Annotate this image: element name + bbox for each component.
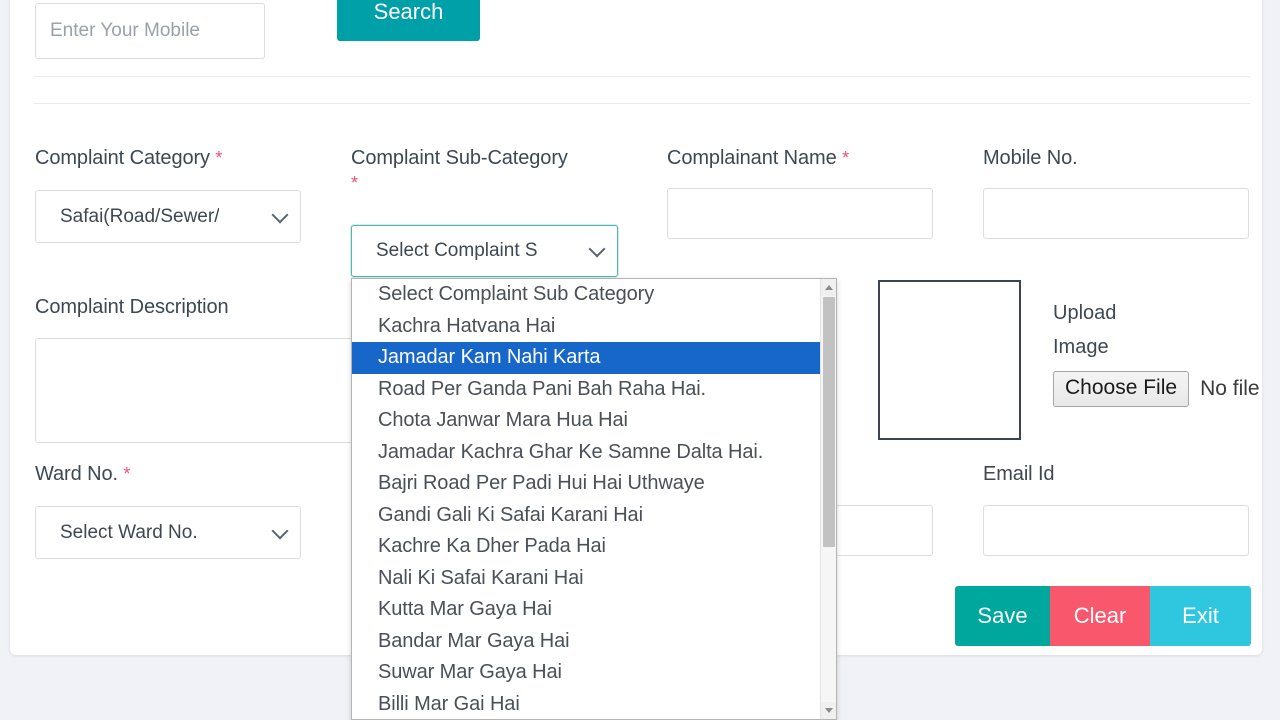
action-button-group: Save Clear Exit (955, 586, 1251, 646)
image-preview-box (878, 280, 1021, 440)
upload-image-label: Upload Image (1053, 296, 1149, 364)
search-button[interactable]: Search (337, 0, 480, 41)
complaint-category-select[interactable]: Safai(Road/Sewer/ (35, 190, 301, 243)
ward-no-select[interactable]: Select Ward No. (35, 506, 301, 559)
upload-image-label-line1: Upload (1053, 302, 1117, 324)
clear-button[interactable]: Clear (1050, 586, 1150, 646)
ward-no-label-text: Ward No. (35, 463, 118, 485)
file-input-row[interactable]: Choose File No file (1053, 371, 1260, 407)
search-mobile-input[interactable] (35, 3, 265, 59)
dropdown-option[interactable]: Select Complaint Sub Category (352, 279, 822, 311)
dropdown-option-list: Select Complaint Sub Category Kachra Hatv… (352, 279, 822, 720)
dropdown-option[interactable]: Kachra Hatvana Hai (352, 311, 822, 343)
save-button[interactable]: Save (955, 586, 1050, 646)
dropdown-option[interactable]: Suwar Mar Gaya Hai (352, 657, 822, 689)
dropdown-option[interactable]: Chota Janwar Mara Hua Hai (352, 405, 822, 437)
complaint-category-label: Complaint Category * (35, 147, 222, 170)
ward-no-value: Select Ward No. (60, 521, 198, 543)
dropdown-option[interactable]: Jamadar Kachra Ghar Ke Samne Dalta Hai. (352, 437, 822, 469)
complaint-sub-category-select[interactable]: Select Complaint S (351, 225, 618, 277)
scrollbar-thumb[interactable] (823, 297, 835, 547)
dropdown-scrollbar[interactable] (820, 279, 836, 719)
complaint-sub-category-label-text: Complaint Sub-Category (351, 147, 568, 169)
complaint-sub-category-dropdown[interactable]: Select Complaint Sub Category Kachra Hatv… (351, 278, 837, 720)
dropdown-option[interactable]: Bandar Mar Gaya Hai (352, 626, 822, 658)
complaint-category-value: Safai(Road/Sewer/ (60, 205, 220, 227)
required-asterisk: * (215, 148, 223, 168)
required-asterisk: * (842, 148, 849, 168)
scroll-up-arrow-icon[interactable] (821, 279, 836, 296)
complainant-name-label-text: Complainant Name (667, 147, 837, 169)
page-root: Search Complaint Category * Safai(Road/S… (0, 0, 1280, 720)
dropdown-option[interactable]: Jamadar Kam Nahi Karta (352, 342, 822, 374)
choose-file-button[interactable]: Choose File (1053, 371, 1190, 407)
mobile-no-input[interactable] (983, 188, 1249, 239)
file-status-text: No file (1200, 377, 1260, 400)
divider-bottom (34, 103, 1250, 104)
complaint-description-label: Complaint Description (35, 296, 229, 318)
dropdown-option[interactable]: Nali Ki Safai Karani Hai (352, 563, 822, 595)
complainant-name-label: Complainant Name * (667, 147, 849, 170)
chevron-down-icon (588, 240, 606, 258)
dropdown-option[interactable]: Bajri Road Per Padi Hui Hai Uthwaye (352, 468, 822, 500)
required-asterisk: * (123, 464, 131, 484)
chevron-down-icon (271, 522, 289, 539)
upload-image-label-line2: Image (1053, 336, 1109, 358)
dropdown-option[interactable]: Gandi Gali Ki Safai Karani Hai (352, 500, 822, 532)
email-id-input[interactable] (983, 505, 1249, 556)
complaint-sub-category-label: Complaint Sub-Category * (351, 147, 568, 193)
exit-button[interactable]: Exit (1150, 586, 1251, 646)
dropdown-option[interactable]: Billi Mar Gai Hai (352, 689, 822, 720)
scroll-down-arrow-icon[interactable] (821, 702, 836, 719)
ward-no-label: Ward No. * (35, 463, 130, 486)
email-id-label: Email Id (983, 463, 1055, 485)
dropdown-option[interactable]: Kutta Mar Gaya Hai (352, 594, 822, 626)
complainant-name-input[interactable] (667, 188, 933, 239)
dropdown-option[interactable]: Kachre Ka Dher Pada Hai (352, 531, 822, 563)
dropdown-option[interactable]: Road Per Ganda Pani Bah Raha Hai. (352, 374, 822, 406)
mobile-no-label: Mobile No. (983, 147, 1078, 169)
required-asterisk: * (351, 173, 358, 193)
divider-top (34, 76, 1250, 77)
complaint-category-label-text: Complaint Category (35, 147, 210, 169)
complaint-sub-category-value: Select Complaint S (376, 240, 538, 261)
chevron-down-icon (271, 206, 289, 223)
